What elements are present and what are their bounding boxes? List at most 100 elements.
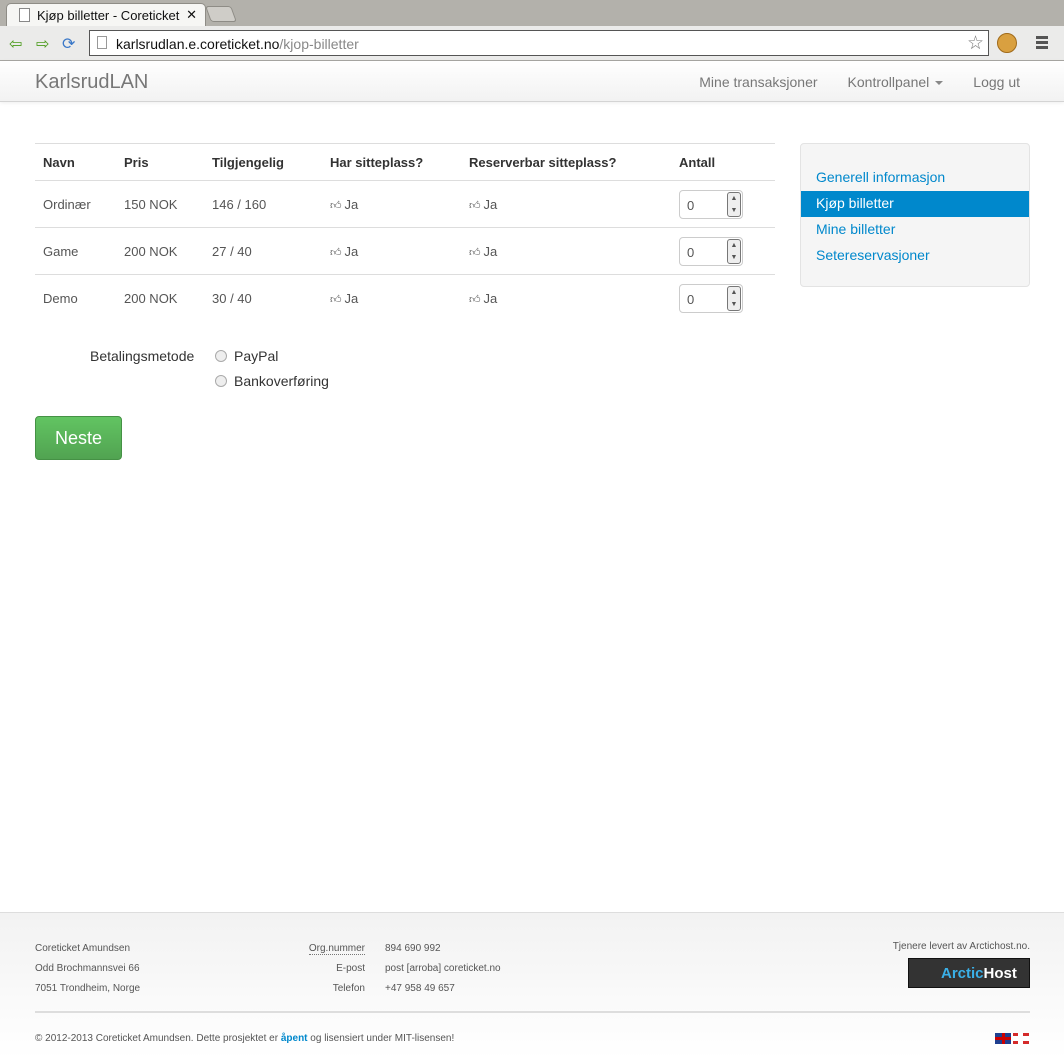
decrement-icon[interactable]: ▼ [728, 299, 740, 311]
sidebar-nav: Generell informasjon Kjøp billetter Mine… [800, 143, 1030, 287]
col-header: Antall [671, 143, 775, 181]
thumbs-up-icon: 👍︎ [469, 293, 481, 306]
language-flags [995, 1033, 1029, 1044]
sidebar-item-mine-billetter[interactable]: Mine billetter [801, 217, 1029, 243]
nav-kontrollpanel-label: Kontrollpanel [847, 74, 930, 90]
increment-icon[interactable]: ▲ [728, 193, 740, 205]
ticket-name: Game [35, 227, 116, 275]
nav-logg-ut[interactable]: Logg ut [973, 74, 1020, 90]
radio-label: PayPal [234, 348, 279, 364]
org-value: 894 690 992 [385, 943, 441, 954]
copy-text: og lisensiert under MIT-lisensen! [307, 1033, 455, 1044]
bookmark-star-icon[interactable]: ☆ [967, 32, 984, 55]
reservable-seat: 👍︎ Ja [461, 227, 671, 275]
has-seat-value: Ja [344, 196, 359, 212]
has-seat: 👍︎ Ja [322, 180, 461, 228]
uk-flag-icon[interactable] [995, 1033, 1011, 1044]
quantity-stepper[interactable]: 0 ▲ ▼ [679, 236, 743, 266]
email-label: E-post [336, 963, 365, 974]
col-header: Tilgjengelig [204, 143, 322, 181]
sidebar-item-generell-informasjon[interactable]: Generell informasjon [801, 165, 1029, 191]
caret-down-icon [935, 81, 944, 86]
radio-label: Bankoverføring [234, 373, 329, 389]
ticket-name: Ordinær [35, 180, 116, 228]
col-header: Navn [35, 143, 116, 181]
ticket-available: 27 / 40 [204, 227, 322, 275]
open-source-link[interactable]: åpent [281, 1033, 308, 1044]
has-seat-value: Ja [344, 290, 359, 306]
cookie-extension-icon[interactable] [997, 33, 1017, 53]
payment-method-label: Betalingsmetode [90, 348, 195, 364]
address-line: Odd Brochmannsvei 66 [35, 963, 140, 974]
table-row: Demo 200 NOK 30 / 40 👍︎ Ja 👍︎ Ja 0 ▲ ▼ [35, 274, 775, 322]
forward-icon[interactable]: ⇨ [36, 34, 49, 54]
close-tab-icon[interactable]: ✕ [183, 7, 197, 23]
decrement-icon[interactable]: ▼ [728, 205, 740, 217]
page-icon [19, 8, 30, 22]
arctichost-logo[interactable]: ArcticHost [908, 958, 1030, 988]
reload-icon[interactable]: ⟳ [62, 34, 75, 54]
footer-values: 894 690 992 post [arroba] coreticket.no … [385, 939, 501, 999]
sidebar-item-setereservasjoner[interactable]: Setereservasjoner [801, 243, 1029, 269]
next-button[interactable]: Neste [35, 416, 122, 460]
thumbs-up-icon: 👍︎ [330, 246, 342, 259]
logo-text-a: Arctic [941, 965, 984, 982]
col-header: Reserverbar sitteplass? [461, 143, 671, 181]
hosting-text: Tjenere levert av Arctichost.no. [892, 941, 1030, 952]
stepper-buttons[interactable]: ▲ ▼ [727, 285, 741, 311]
thumbs-up-icon: 👍︎ [330, 293, 342, 306]
footer-labels: Org.nummer E-post Telefon [280, 939, 365, 999]
radio-bankoverforing[interactable]: Bankoverføring [215, 373, 329, 389]
footer-address: Coreticket Amundsen Odd Brochmannsvei 66… [35, 939, 140, 999]
ticket-table: Navn Pris Tilgjengelig Har sitteplass? R… [35, 143, 775, 322]
logo-text-b: Host [983, 965, 1017, 982]
url-path: /kjop-billetter [279, 36, 359, 52]
norway-flag-icon[interactable] [1013, 1033, 1029, 1044]
page-icon [97, 36, 107, 49]
decrement-icon[interactable]: ▼ [728, 252, 740, 264]
sidebar-item-kjop-billetter[interactable]: Kjøp billetter [801, 191, 1029, 217]
nav-kontrollpanel[interactable]: Kontrollpanel [848, 74, 944, 90]
quantity-cell: 0 ▲ ▼ [671, 227, 775, 275]
radio-button[interactable] [215, 375, 227, 387]
brand-link[interactable]: KarlsrudLAN [35, 71, 148, 94]
radio-paypal[interactable]: PayPal [215, 348, 278, 364]
stepper-buttons[interactable]: ▲ ▼ [727, 238, 741, 264]
col-header: Har sitteplass? [322, 143, 461, 181]
copyright: © 2012-2013 Coreticket Amundsen. Dette p… [35, 1033, 454, 1044]
browser-tab[interactable]: Kjøp billetter - Coreticket ✕ [6, 3, 206, 26]
ticket-available: 146 / 160 [204, 180, 322, 228]
ticket-price: 200 NOK [116, 227, 204, 275]
copy-text: © 2012-2013 Coreticket Amundsen. Dette p… [35, 1033, 281, 1044]
ticket-name: Demo [35, 274, 116, 322]
navbar: KarlsrudLAN Mine transaksjoner Kontrollp… [0, 61, 1064, 102]
new-tab-button[interactable] [205, 6, 237, 22]
footer: Coreticket Amundsen Odd Brochmannsvei 66… [0, 912, 1064, 1059]
menu-icon[interactable] [1036, 36, 1048, 51]
ticket-price: 200 NOK [116, 274, 204, 322]
reservable-seat: 👍︎ Ja [461, 180, 671, 228]
phone-value: +47 958 49 657 [385, 983, 455, 994]
quantity-stepper[interactable]: 0 ▲ ▼ [679, 283, 743, 313]
quantity-value: 0 [687, 244, 695, 260]
tab-title: Kjøp billetter - Coreticket [37, 8, 180, 23]
increment-icon[interactable]: ▲ [728, 287, 740, 299]
ticket-price: 150 NOK [116, 180, 204, 228]
reservable-value: Ja [483, 196, 498, 212]
url-host: karlsrudlan.e.coreticket.no [116, 36, 280, 52]
nav-mine-transaksjoner[interactable]: Mine transaksjoner [699, 74, 817, 90]
quantity-cell: 0 ▲ ▼ [671, 274, 775, 322]
radio-button[interactable] [215, 350, 227, 362]
org-label: Org.nummer [308, 943, 365, 955]
back-icon[interactable]: ⇦ [9, 34, 22, 54]
quantity-stepper[interactable]: 0 ▲ ▼ [679, 189, 743, 219]
col-header: Pris [116, 143, 204, 181]
phone-label: Telefon [332, 983, 365, 994]
increment-icon[interactable]: ▲ [728, 240, 740, 252]
address-bar[interactable]: karlsrudlan.e.coreticket.no/kjop-billett… [89, 30, 989, 56]
table-row: Ordinær 150 NOK 146 / 160 👍︎ Ja 👍︎ Ja 0 ▲ ▼ [35, 180, 775, 228]
stepper-buttons[interactable]: ▲ ▼ [727, 191, 741, 217]
footer-divider [35, 1011, 1030, 1013]
table-row: Game 200 NOK 27 / 40 👍︎ Ja 👍︎ Ja 0 ▲ ▼ [35, 227, 775, 275]
reservable-value: Ja [483, 290, 498, 306]
